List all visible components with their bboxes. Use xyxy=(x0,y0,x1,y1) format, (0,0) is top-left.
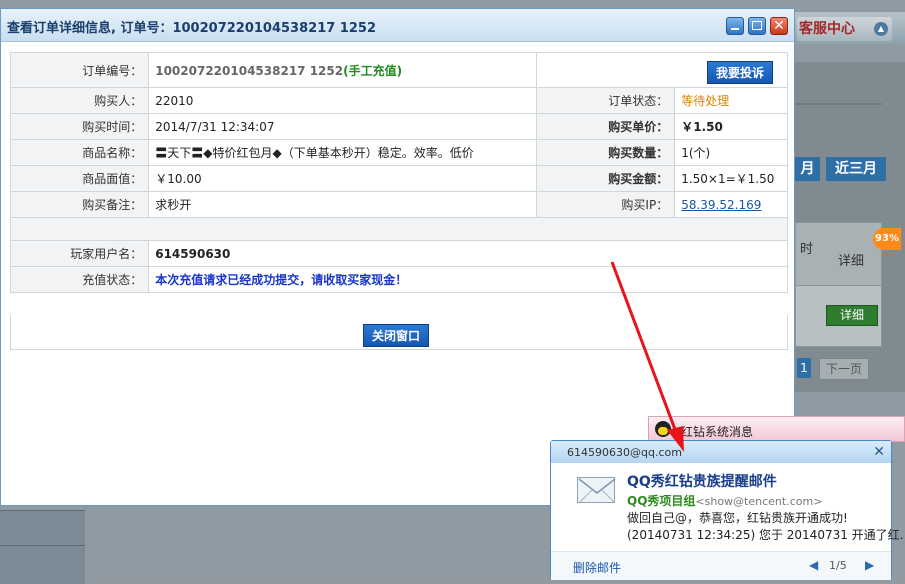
annotation-arrow xyxy=(610,261,684,452)
